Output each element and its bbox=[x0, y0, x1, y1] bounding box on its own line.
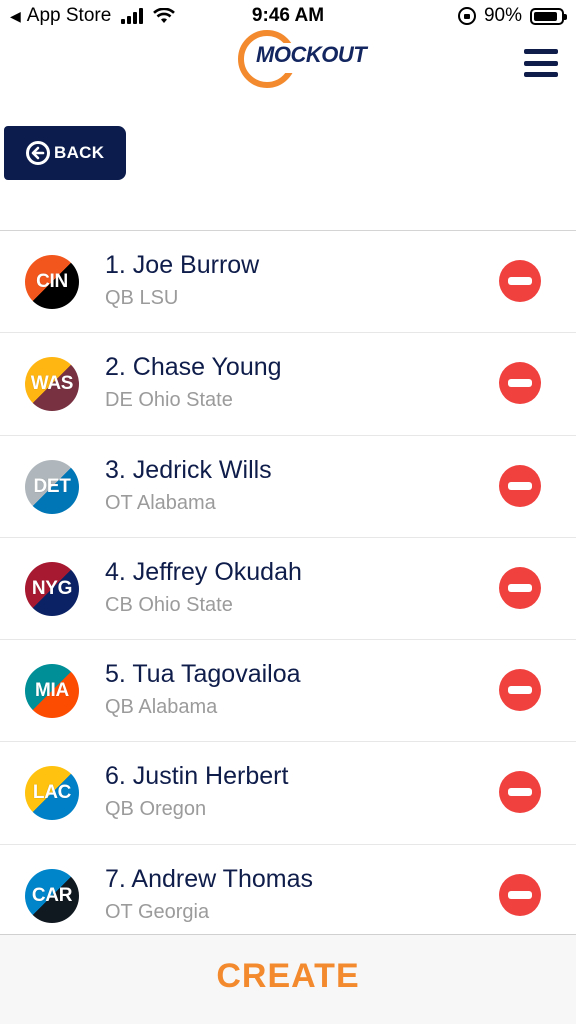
team-logo: CIN bbox=[25, 255, 79, 309]
team-abbr: WAS bbox=[30, 373, 74, 395]
battery-icon bbox=[530, 7, 567, 25]
pick-row: MIA 5. Tua Tagovailoa QB Alabama bbox=[0, 640, 576, 743]
team-logo: MIA bbox=[25, 664, 79, 719]
pick-row: LAC 6. Justin Herbert QB Oregon bbox=[0, 742, 576, 845]
pick-row: NYG 4. Jeffrey Okudah CB Ohio State bbox=[0, 538, 576, 641]
player-name: 3. Jedrick Wills bbox=[105, 455, 272, 484]
remove-pick-button[interactable] bbox=[499, 566, 541, 609]
remove-pick-button[interactable] bbox=[499, 873, 541, 916]
team-abbr: CIN bbox=[36, 271, 68, 292]
team-logo: NYG bbox=[25, 561, 79, 616]
player-position-school: DE Ohio State bbox=[105, 389, 233, 412]
team-abbr: NYG bbox=[31, 577, 73, 599]
team-abbr: CAR bbox=[31, 884, 73, 906]
back-button-label: BACK bbox=[54, 143, 105, 162]
remove-pick-button[interactable] bbox=[499, 771, 541, 814]
back-button[interactable]: BACK bbox=[4, 126, 126, 180]
remove-pick-button[interactable] bbox=[499, 464, 541, 507]
team-abbr: LAC bbox=[32, 782, 72, 804]
team-abbr: DET bbox=[33, 475, 71, 497]
player-position-school: OT Alabama bbox=[105, 491, 216, 514]
team-logo: DET bbox=[25, 459, 79, 514]
logo-text: MOCKOUT bbox=[256, 42, 367, 67]
player-position-school: QB Oregon bbox=[105, 798, 207, 821]
team-logo: CAR bbox=[25, 868, 79, 923]
pick-row: CAR 7. Andrew Thomas OT Georgia bbox=[0, 845, 576, 948]
player-position-school: OT Georgia bbox=[105, 900, 210, 923]
pick-list: CIN 1. Joe Burrow QB LSU WAS 2. Chase Yo… bbox=[0, 231, 576, 948]
battery-percent: 90% bbox=[483, 5, 522, 26]
battery-level bbox=[534, 11, 558, 21]
player-name: 7. Andrew Thomas bbox=[105, 864, 313, 893]
remove-pick-button[interactable] bbox=[499, 260, 541, 302]
remove-pick-button[interactable] bbox=[499, 362, 541, 405]
arrow-left-circle-icon bbox=[26, 141, 50, 165]
player-name: 1. Joe Burrow bbox=[105, 251, 260, 279]
team-logo: WAS bbox=[25, 357, 79, 412]
hamburger-menu-icon[interactable] bbox=[524, 49, 558, 77]
remove-pick-button[interactable] bbox=[499, 669, 541, 712]
pick-row: WAS 2. Chase Young DE Ohio State bbox=[0, 333, 576, 436]
player-position-school: QB LSU bbox=[105, 287, 179, 309]
pick-row: DET 3. Jedrick Wills OT Alabama bbox=[0, 436, 576, 538]
player-position-school: QB Alabama bbox=[105, 696, 218, 719]
mockout-logo: MOCKOUT bbox=[236, 28, 367, 90]
team-abbr: MIA bbox=[35, 680, 69, 702]
player-name: 5. Tua Tagovailoa bbox=[105, 660, 301, 689]
team-logo: LAC bbox=[25, 766, 79, 821]
status-right: 90% bbox=[457, 5, 567, 27]
player-name: 2. Chase Young bbox=[105, 353, 282, 382]
create-button[interactable]: CREATE bbox=[0, 957, 576, 996]
player-position-school: CB Ohio State bbox=[105, 593, 233, 616]
player-name: 4. Jeffrey Okudah bbox=[105, 557, 302, 586]
orientation-lock-icon bbox=[457, 7, 476, 25]
pick-row: CIN 1. Joe Burrow QB LSU bbox=[0, 231, 576, 334]
player-name: 6. Justin Herbert bbox=[105, 762, 289, 791]
bottom-bar: CREATE bbox=[0, 934, 576, 1024]
